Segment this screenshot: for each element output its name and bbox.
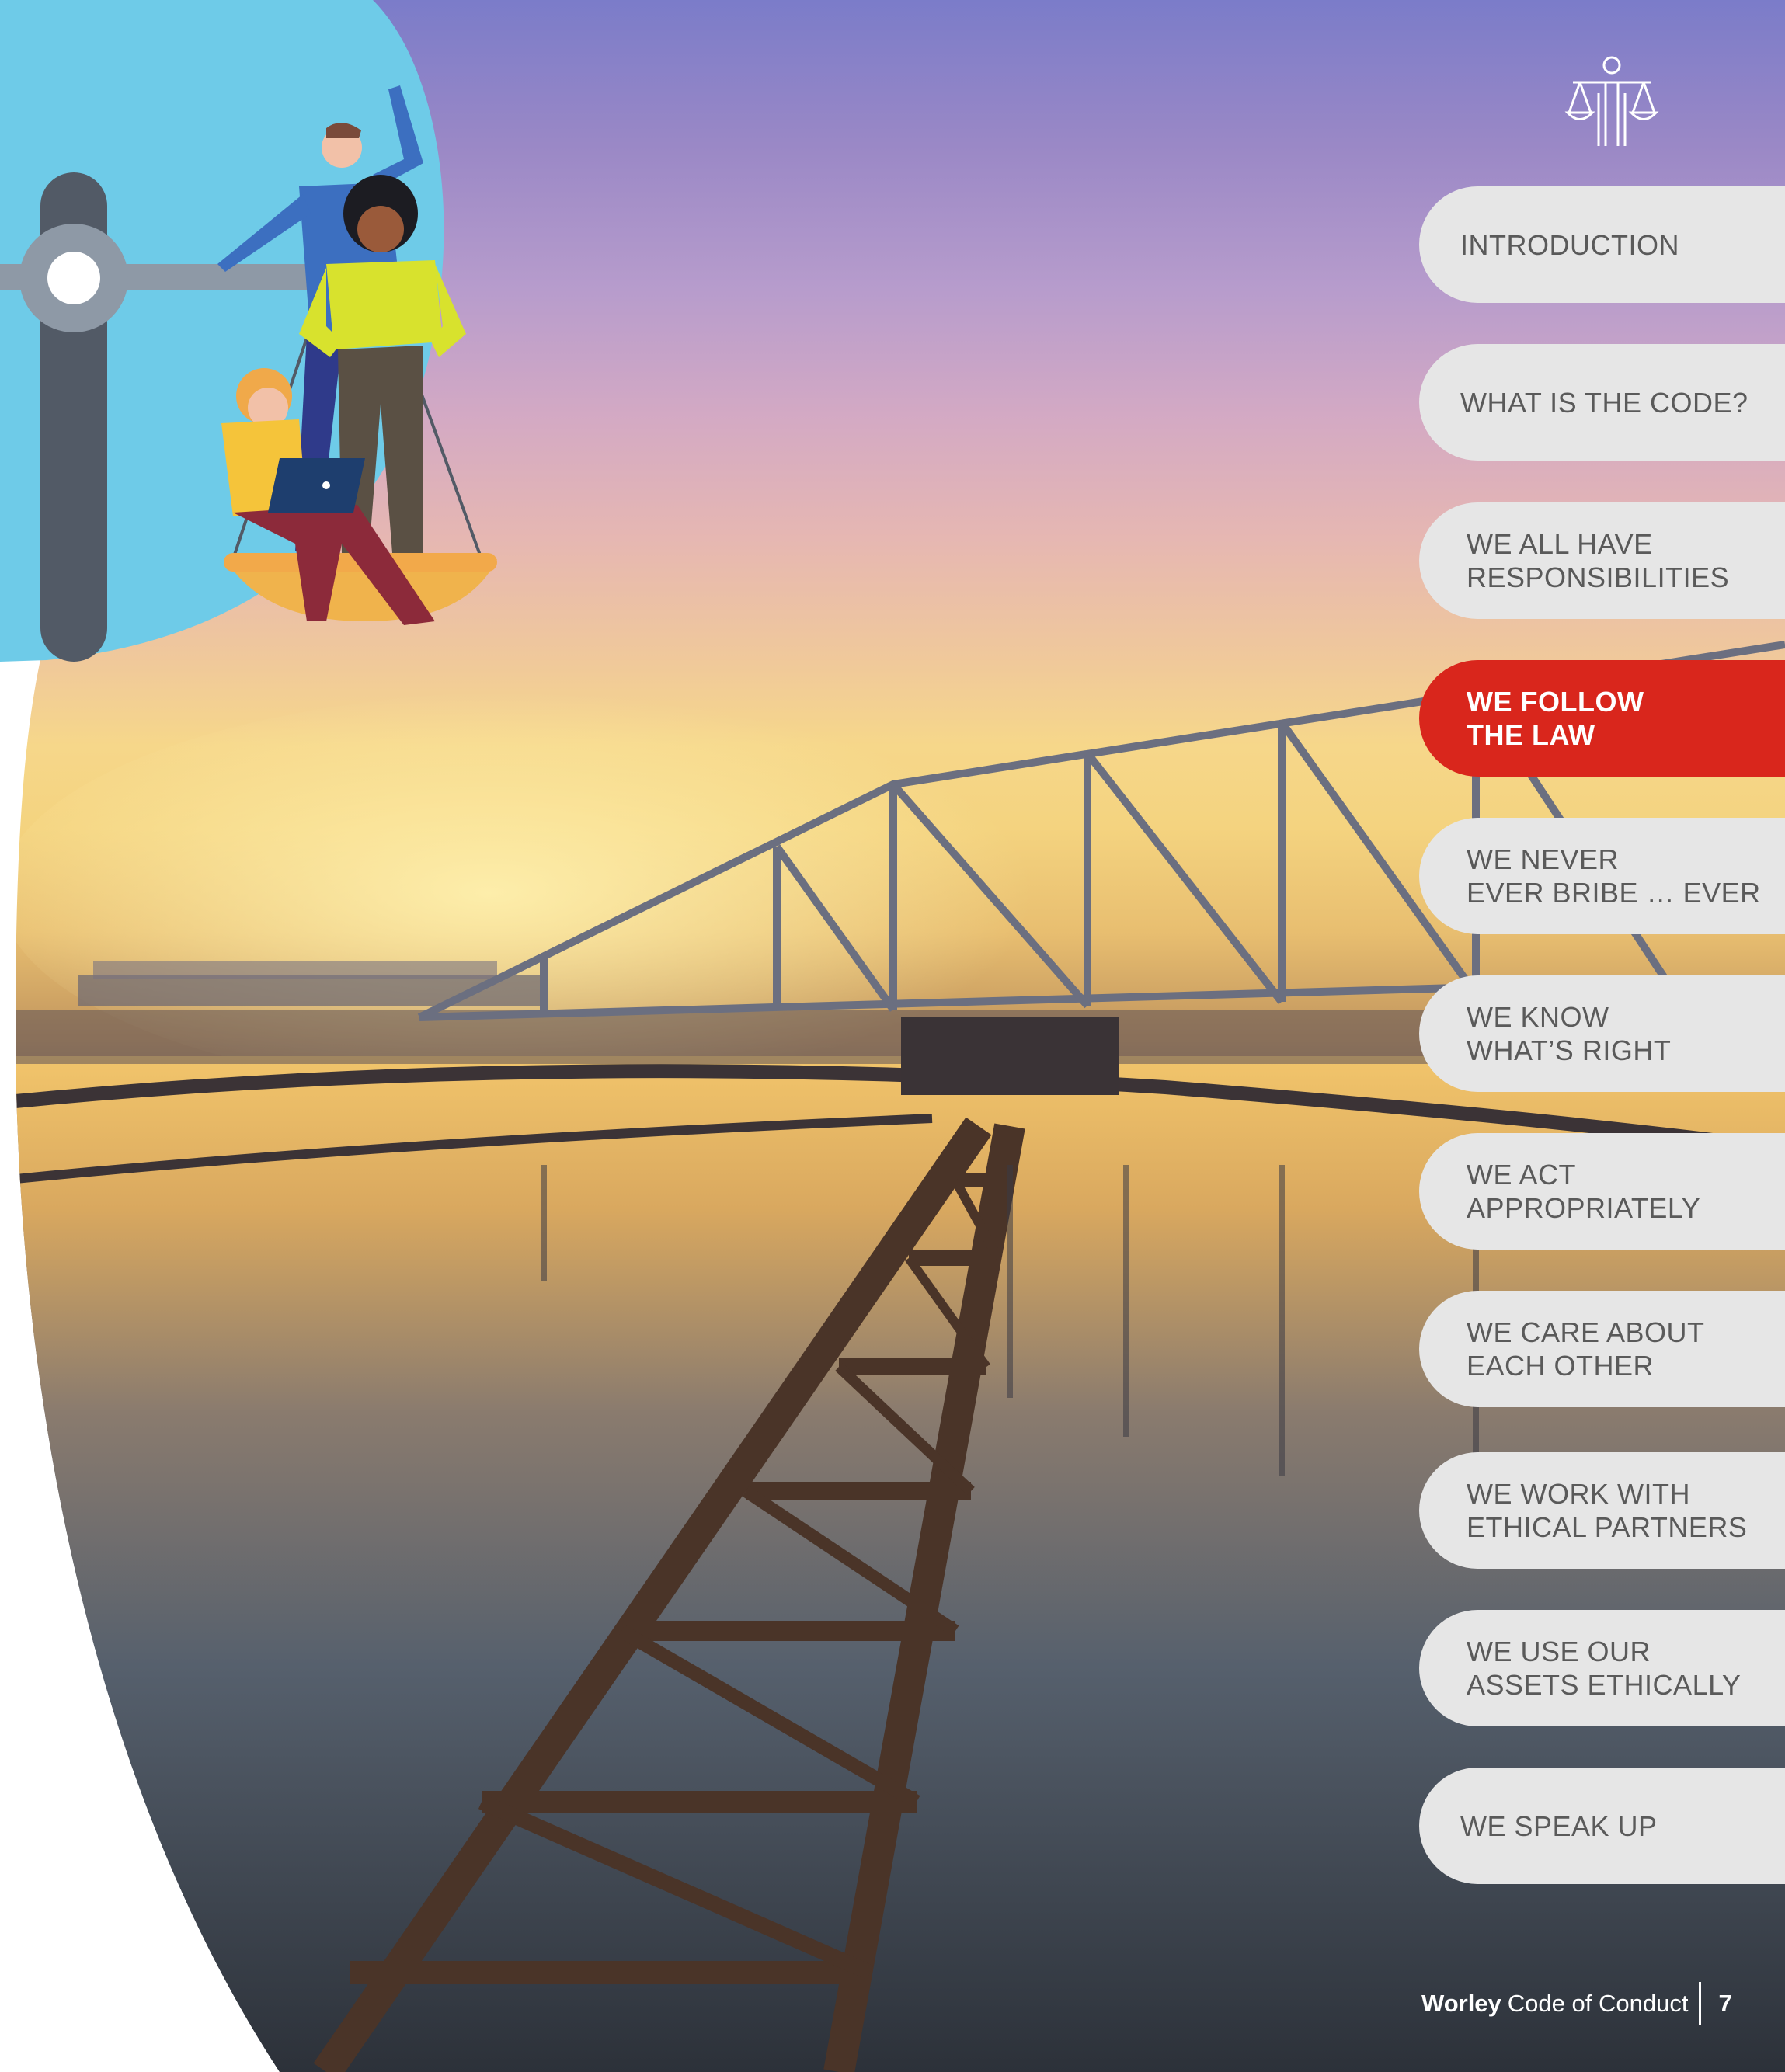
tab-we-speak-up[interactable]: WE SPEAK UP bbox=[1419, 1768, 1785, 1884]
tab-label: WE SPEAK UP bbox=[1460, 1810, 1658, 1842]
tab-we-never-ever-bribe[interactable]: WE NEVER EVER BRIBE … EVER bbox=[1419, 818, 1785, 934]
tab-label: WE NEVER EVER BRIBE … EVER bbox=[1467, 843, 1761, 909]
tab-we-act-appropriately[interactable]: WE ACT APPROPRIATELY bbox=[1419, 1133, 1785, 1250]
page: INTRODUCTION WHAT IS THE CODE? WE ALL HA… bbox=[0, 0, 1785, 2072]
tab-label: WE ALL HAVE RESPONSIBILITIES bbox=[1467, 528, 1730, 593]
tab-we-know-whats-right[interactable]: WE KNOW WHAT’S RIGHT bbox=[1419, 975, 1785, 1092]
scales-of-justice-icon bbox=[1564, 56, 1659, 146]
tab-we-use-our-assets-ethically[interactable]: WE USE OUR ASSETS ETHICALLY bbox=[1419, 1610, 1785, 1726]
tab-label: INTRODUCTION bbox=[1460, 228, 1679, 261]
footer-title: Code of Conduct bbox=[1507, 1990, 1689, 2017]
tab-label: WE WORK WITH ETHICAL PARTNERS bbox=[1467, 1478, 1748, 1543]
tab-label: WE USE OUR ASSETS ETHICALLY bbox=[1467, 1636, 1742, 1701]
people-on-scale-illustration bbox=[0, 0, 497, 662]
tab-introduction[interactable]: INTRODUCTION bbox=[1419, 186, 1785, 303]
tab-label: WE ACT APPROPRIATELY bbox=[1467, 1159, 1701, 1224]
tab-we-care-about-each-other[interactable]: WE CARE ABOUT EACH OTHER bbox=[1419, 1291, 1785, 1407]
tab-label: WE CARE ABOUT EACH OTHER bbox=[1467, 1316, 1705, 1382]
tab-label: WE FOLLOW THE LAW bbox=[1467, 686, 1644, 751]
tab-label: WE KNOW WHAT’S RIGHT bbox=[1467, 1001, 1672, 1066]
tab-we-follow-the-law[interactable]: WE FOLLOW THE LAW bbox=[1419, 660, 1785, 777]
tab-what-is-the-code[interactable]: WHAT IS THE CODE? bbox=[1419, 344, 1785, 461]
page-number: 7 bbox=[1718, 1990, 1732, 2017]
tab-we-all-have-responsibilities[interactable]: WE ALL HAVE RESPONSIBILITIES bbox=[1419, 502, 1785, 619]
page-footer: Worley Code of Conduct 7 bbox=[1421, 1982, 1732, 2025]
footer-brand: Worley bbox=[1421, 1990, 1501, 2017]
tab-we-work-with-ethical-partners[interactable]: WE WORK WITH ETHICAL PARTNERS bbox=[1419, 1452, 1785, 1569]
footer-divider bbox=[1699, 1982, 1702, 2025]
tab-label: WHAT IS THE CODE? bbox=[1460, 386, 1748, 419]
